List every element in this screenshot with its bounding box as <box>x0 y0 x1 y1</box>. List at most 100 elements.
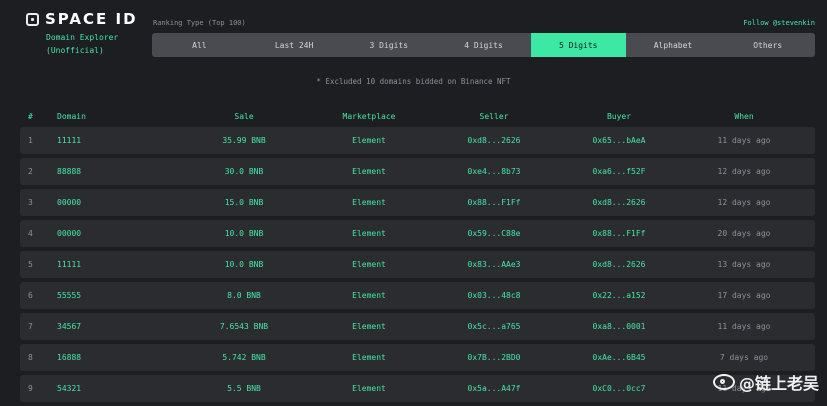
row-marketplace[interactable]: Element <box>352 229 386 238</box>
row-number: 5 <box>28 260 33 269</box>
header-seller-label: Seller <box>479 112 509 121</box>
row-domain[interactable]: 00000 <box>57 198 81 207</box>
table-row[interactable]: 7 34567 7.6543 BNB Element 0x5c...a765 0xa8..… <box>20 313 815 340</box>
row-number: 9 <box>28 384 33 393</box>
watermark-text: @链上老吴 <box>738 374 819 393</box>
row-seller[interactable]: 0x83...AAe3 <box>468 260 521 269</box>
row-when: 13 days ago <box>717 260 771 269</box>
ranking-type-label: Ranking Type (Top 100) <box>153 19 246 27</box>
row-buyer[interactable]: 0xAe...6B45 <box>593 353 646 362</box>
tab-all[interactable]: All <box>152 33 247 57</box>
brand-name: SPACE ID <box>45 10 138 28</box>
tab-last-24h[interactable]: Last 24H <box>247 33 342 57</box>
row-domain[interactable]: 34567 <box>57 322 81 331</box>
row-marketplace[interactable]: Element <box>352 167 386 176</box>
row-sale: 35.99 BNB <box>222 136 266 145</box>
row-marketplace[interactable]: Element <box>352 260 386 269</box>
weibo-icon <box>712 374 735 390</box>
row-marketplace[interactable]: Element <box>352 136 386 145</box>
header-num: # <box>28 112 33 121</box>
space-id-logo-icon <box>26 12 39 26</box>
table-row[interactable]: 4 00000 10.0 BNB Element 0x59...C88e 0x88...F… <box>20 220 815 247</box>
row-seller[interactable]: 0x59...C88e <box>468 229 521 238</box>
row-marketplace[interactable]: Element <box>352 198 386 207</box>
row-number: 6 <box>28 291 33 300</box>
row-when: 11 days ago <box>717 136 771 145</box>
row-seller[interactable]: 0x7B...2BD0 <box>468 353 521 362</box>
tab-others[interactable]: Others <box>720 33 815 57</box>
row-marketplace[interactable]: Element <box>352 353 386 362</box>
header-buyer-label: Buyer <box>606 112 632 121</box>
row-when: 20 days ago <box>717 229 771 238</box>
excluded-note: * Excluded 10 domains bidded on Binance … <box>316 77 511 86</box>
row-number: 3 <box>28 198 33 207</box>
row-buyer[interactable]: 0xd8...2626 <box>593 260 646 269</box>
row-number: 7 <box>28 322 33 331</box>
row-domain[interactable]: 11111 <box>57 136 81 145</box>
row-marketplace[interactable]: Element <box>352 291 386 300</box>
header-marketplace-label: Marketplace <box>342 112 396 121</box>
table-row[interactable]: 8 16888 5.742 BNB Element 0x7B...2BD0 0xAe...… <box>20 344 815 371</box>
row-marketplace[interactable]: Element <box>352 384 386 393</box>
row-buyer[interactable]: 0x88...F1Ff <box>593 229 646 238</box>
row-domain[interactable]: 00000 <box>57 229 81 238</box>
row-seller[interactable]: 0xe4...8b73 <box>468 167 521 176</box>
tab-alphabet[interactable]: Alphabet <box>626 33 721 57</box>
row-sale: 7.6543 BNB <box>219 322 269 331</box>
row-number: 2 <box>28 167 33 176</box>
table-row[interactable]: 5 11111 10.0 BNB Element 0x83...AAe3 0xd8...2… <box>20 251 815 278</box>
row-seller[interactable]: 0x03...48c8 <box>468 291 521 300</box>
row-buyer[interactable]: 0xa8...0001 <box>593 322 646 331</box>
brand-subtitle: Domain Explorer <box>46 33 119 42</box>
table-row[interactable]: 2 88888 30.0 BNB Element 0xe4...8b73 0xa6...f… <box>20 158 815 185</box>
row-when: 7 days ago <box>719 353 769 362</box>
brand: SPACE ID Domain Explorer (Unofficial) <box>26 10 138 57</box>
table-row[interactable]: 9 54321 5.5 BNB Element 0x5a...A47f 0xC0...0c… <box>20 375 815 402</box>
row-number: 4 <box>28 229 33 238</box>
row-sale: 5.742 BNB <box>222 353 266 362</box>
watermark: @链上老吴 <box>712 370 819 394</box>
row-marketplace[interactable]: Element <box>352 322 386 331</box>
brand-logo[interactable]: SPACE ID <box>26 10 138 28</box>
header-sale-label: Sale <box>234 112 254 121</box>
row-sale: 10.0 BNB <box>224 260 264 269</box>
sales-table: 1 11111 35.99 BNB Element 0xd8...2626 0x65...… <box>20 127 815 406</box>
row-sale: 5.5 BNB <box>227 384 261 393</box>
row-seller[interactable]: 0x5a...A47f <box>468 384 521 393</box>
row-domain[interactable]: 88888 <box>57 167 81 176</box>
row-sale: 8.0 BNB <box>227 291 261 300</box>
header-when-label: When <box>734 112 754 121</box>
tab-5-digits[interactable]: 5 Digits <box>530 33 626 57</box>
table-row[interactable]: 3 00000 15.0 BNB Element 0x88...F1Ff 0xd8...2… <box>20 189 815 216</box>
row-seller[interactable]: 0xd8...2626 <box>468 136 521 145</box>
row-buyer[interactable]: 0xa6...f52F <box>593 167 646 176</box>
row-domain[interactable]: 11111 <box>57 260 81 269</box>
tab-4-digits[interactable]: 4 Digits <box>436 33 531 57</box>
table-row[interactable]: 6 55555 8.0 BNB Element 0x03...48c8 0x22...a1… <box>20 282 815 309</box>
row-when: 12 days ago <box>717 198 771 207</box>
row-domain[interactable]: 16888 <box>57 353 81 362</box>
row-domain[interactable]: 55555 <box>57 291 81 300</box>
row-when: 17 days ago <box>717 291 771 300</box>
row-sale: 15.0 BNB <box>224 198 264 207</box>
table-row[interactable]: 1 11111 35.99 BNB Element 0xd8...2626 0x65...… <box>20 127 815 154</box>
row-sale: 10.0 BNB <box>224 229 264 238</box>
row-domain[interactable]: 54321 <box>57 384 81 393</box>
table-header: # Domain Sale Marketplace Seller Buyer W… <box>20 110 815 124</box>
row-seller[interactable]: 0x5c...a765 <box>468 322 521 331</box>
row-sale: 30.0 BNB <box>224 167 264 176</box>
row-buyer[interactable]: 0x22...a152 <box>593 291 646 300</box>
follow-link[interactable]: Follow @stevenkin <box>743 19 815 27</box>
ranking-tabs: All Last 24H 3 Digits 4 Digits 5 Digits … <box>152 33 815 57</box>
row-buyer[interactable]: 0xC0...0cc7 <box>593 384 646 393</box>
row-when: 11 days ago <box>717 322 771 331</box>
row-when: 12 days ago <box>717 167 771 176</box>
header-domain[interactable]: Domain <box>57 112 86 121</box>
brand-unofficial-note: (Unofficial) <box>46 46 104 55</box>
row-buyer[interactable]: 0xd8...2626 <box>593 198 646 207</box>
row-number: 8 <box>28 353 33 362</box>
row-buyer[interactable]: 0x65...bAeA <box>593 136 646 145</box>
row-number: 1 <box>28 136 33 145</box>
row-seller[interactable]: 0x88...F1Ff <box>468 198 521 207</box>
tab-3-digits[interactable]: 3 Digits <box>341 33 436 57</box>
